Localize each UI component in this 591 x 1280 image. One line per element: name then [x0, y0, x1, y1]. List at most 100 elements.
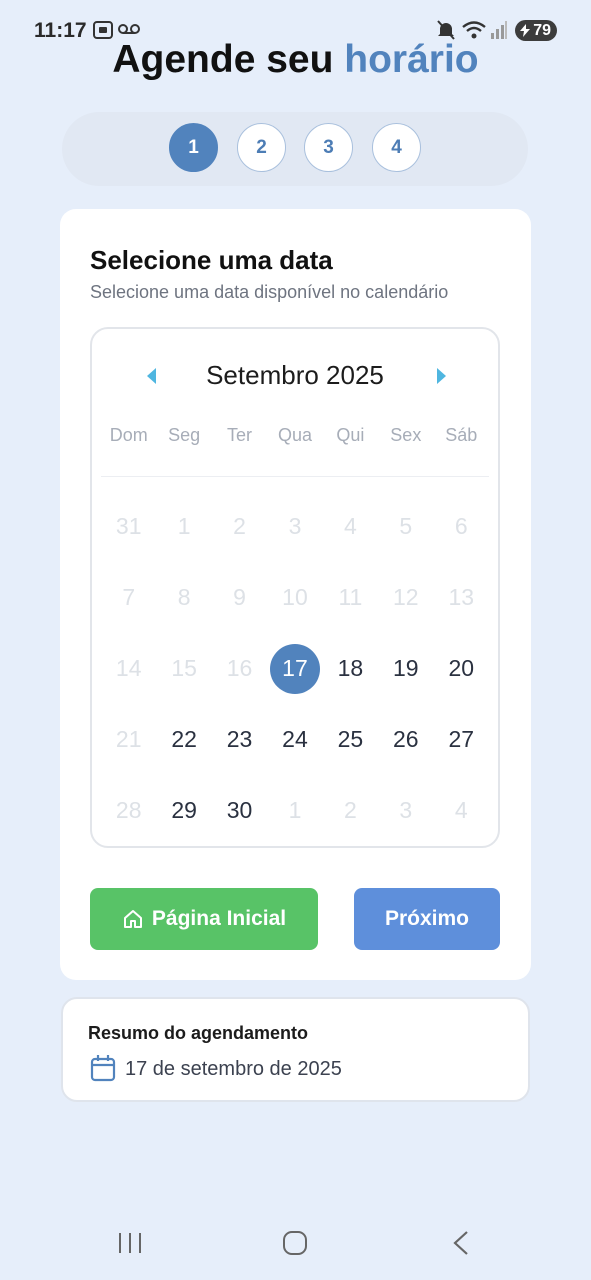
- calendar-day: 15: [156, 633, 211, 704]
- calendar-day: 10: [267, 562, 322, 633]
- home-nav-icon[interactable]: [282, 1230, 308, 1261]
- page-title-accent: horário: [344, 38, 479, 81]
- day-number: 3: [399, 797, 413, 823]
- calendar-days-grid: 31 1 2 3 4 5 6 7 8 9 10 11 12 13 14 15 16 17 18 19 20 21 22 23 2…: [101, 491, 489, 846]
- day-number: 13: [448, 584, 475, 610]
- calendar-day: 7: [101, 562, 156, 633]
- day-number: 15: [171, 655, 197, 681]
- calendar-day: 3: [267, 491, 322, 562]
- day-number: 8: [177, 584, 191, 610]
- weekday-label: Qui: [336, 425, 365, 445]
- next-button[interactable]: Próximo: [354, 888, 500, 950]
- calendar-day[interactable]: 18: [323, 633, 378, 704]
- day-number: 18: [337, 655, 364, 681]
- step-1[interactable]: 1: [169, 123, 218, 172]
- calendar-day: 1: [267, 775, 322, 846]
- next-month-button[interactable]: [429, 364, 453, 388]
- home-button-label: Página Inicial: [151, 907, 287, 930]
- calendar-day: 4: [323, 491, 378, 562]
- calendar-day[interactable]: 20: [434, 633, 489, 704]
- calendar-icon: [90, 1054, 116, 1087]
- calendar-week: 7 8 9 10 11 12 13: [101, 562, 489, 633]
- day-number: 6: [454, 513, 468, 539]
- home-page-button[interactable]: Página Inicial: [90, 888, 318, 950]
- calendar-day-selected[interactable]: 17: [267, 633, 322, 704]
- card-title: Selecione uma data: [90, 245, 333, 275]
- weekday-label: Seg: [168, 425, 201, 445]
- day-number: 31: [115, 513, 142, 539]
- weekday-label: Qua: [277, 425, 312, 445]
- step-indicator: 1 2 3 4: [62, 112, 528, 186]
- day-number: 2: [344, 797, 357, 823]
- weekday-label: Ter: [227, 425, 253, 445]
- weekday-label: Sáb: [445, 425, 478, 445]
- day-number: 23: [226, 726, 253, 752]
- calendar-day: 13: [434, 562, 489, 633]
- day-number: 25: [337, 726, 364, 752]
- summary-title: Resumo do agendamento: [88, 1023, 309, 1043]
- calendar-day: 2: [212, 491, 267, 562]
- calendar-day: 9: [212, 562, 267, 633]
- card-subtitle: Selecione uma data disponível no calendá…: [90, 282, 449, 302]
- day-number: 1: [288, 797, 302, 823]
- day-number: 9: [233, 584, 246, 610]
- step-4[interactable]: 4: [372, 123, 421, 172]
- day-number: 21: [115, 726, 142, 752]
- day-number: 14: [115, 655, 142, 681]
- calendar-day[interactable]: 24: [267, 704, 322, 775]
- calendar-day: 28: [101, 775, 156, 846]
- recent-apps-icon[interactable]: [117, 1230, 143, 1261]
- day-number: 3: [288, 513, 302, 539]
- calendar-day[interactable]: 29: [156, 775, 211, 846]
- calendar-day: 11: [323, 562, 378, 633]
- calendar-day[interactable]: 25: [323, 704, 378, 775]
- calendar-day[interactable]: 22: [156, 704, 211, 775]
- day-number: 1: [177, 513, 191, 539]
- day-number: 27: [448, 726, 475, 752]
- calendar: Setembro 2025 Dom Seg Ter Qua Qui Sex Sá…: [90, 327, 500, 848]
- chevron-right-icon: [437, 368, 446, 384]
- calendar-day: 6: [434, 491, 489, 562]
- booking-summary-card: Resumo do agendamento 17 de setembro de …: [61, 997, 530, 1102]
- day-number: 4: [344, 513, 357, 539]
- step-3[interactable]: 3: [304, 123, 353, 172]
- weekday-header: Dom Seg Ter Qua Qui Sex Sáb: [101, 425, 489, 446]
- day-number: 22: [171, 726, 197, 752]
- calendar-day[interactable]: 30: [212, 775, 267, 846]
- calendar-day: 14: [101, 633, 156, 704]
- calendar-day[interactable]: 19: [378, 633, 433, 704]
- back-icon[interactable]: [452, 1230, 470, 1261]
- calendar-day: 21: [101, 704, 156, 775]
- calendar-week: 14 15 16 17 18 19 20: [101, 633, 489, 704]
- calendar-day: 5: [378, 491, 433, 562]
- calendar-day: 16: [212, 633, 267, 704]
- calendar-week: 21 22 23 24 25 26 27: [101, 704, 489, 775]
- day-number: 17: [269, 643, 320, 694]
- weekday-label: Sex: [390, 425, 422, 445]
- next-button-label: Próximo: [384, 907, 470, 930]
- day-number: 24: [282, 726, 308, 752]
- calendar-day: 3: [378, 775, 433, 846]
- calendar-day: 31: [101, 491, 156, 562]
- step-2[interactable]: 2: [237, 123, 286, 172]
- page-title: Agende seu horário: [0, 38, 591, 82]
- home-icon: [123, 910, 142, 928]
- weekday-label: Dom: [109, 425, 148, 445]
- day-number: 29: [171, 797, 197, 823]
- date-selection-card: Selecione uma data Selecione uma data di…: [60, 209, 531, 980]
- day-number: 16: [226, 655, 253, 681]
- calendar-day[interactable]: 26: [378, 704, 433, 775]
- day-number: 4: [454, 797, 468, 823]
- calendar-day: 8: [156, 562, 211, 633]
- calendar-day[interactable]: 27: [434, 704, 489, 775]
- divider: [101, 476, 489, 477]
- day-number: 19: [393, 655, 419, 681]
- summary-date: 17 de setembro de 2025: [125, 1058, 342, 1080]
- calendar-day: 2: [323, 775, 378, 846]
- calendar-day[interactable]: 23: [212, 704, 267, 775]
- day-number: 7: [122, 584, 136, 610]
- calendar-day: 1: [156, 491, 211, 562]
- day-number: 30: [226, 797, 253, 823]
- day-number: 5: [399, 513, 413, 539]
- day-number: 2: [233, 513, 246, 539]
